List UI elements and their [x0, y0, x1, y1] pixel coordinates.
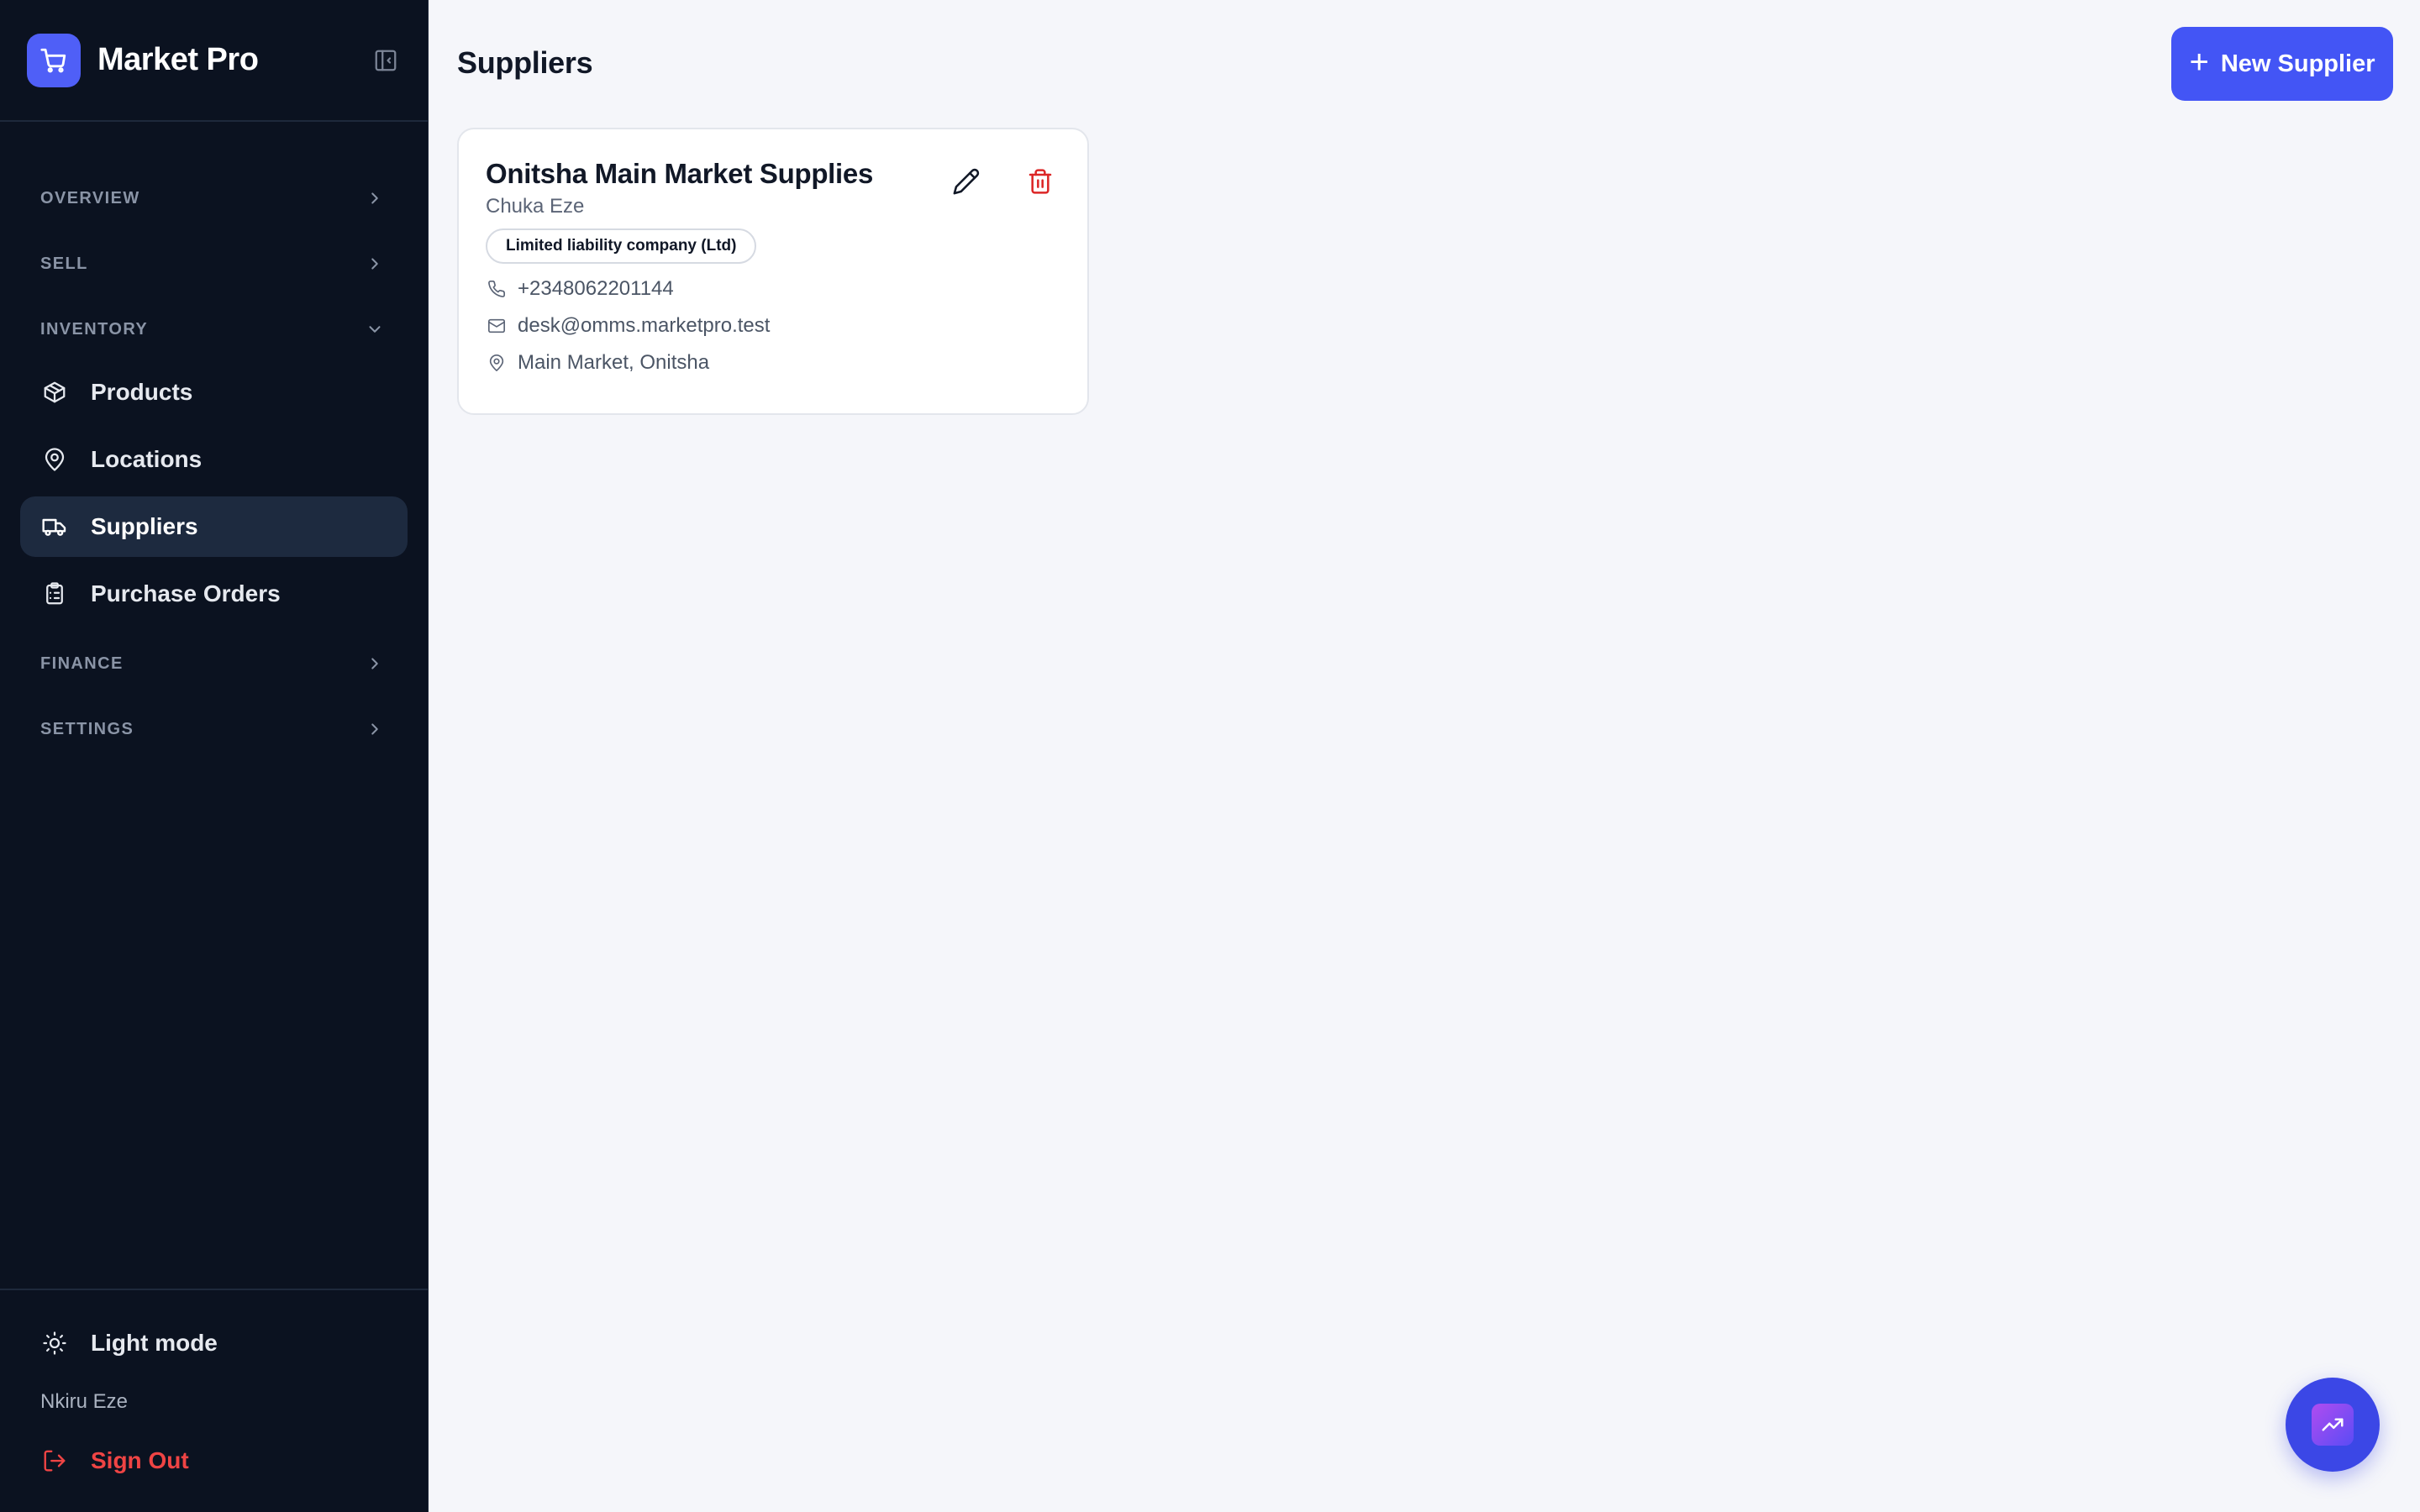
section-label: SETTINGS	[40, 719, 134, 738]
page-title: Suppliers	[457, 45, 593, 80]
sidebar-item-label: Locations	[91, 446, 203, 472]
section-sell[interactable]: SELL	[0, 231, 428, 297]
phone-value: +2348062201144	[518, 277, 674, 300]
new-supplier-label: New Supplier	[2220, 50, 2375, 77]
section-finance[interactable]: FINANCE	[0, 631, 428, 696]
supplier-phone: +2348062201144	[486, 277, 1060, 301]
sidebar-footer: Light mode Nkiru Eze Sign Out	[0, 1289, 428, 1512]
map-pin-icon	[486, 352, 508, 374]
brand-header: Market Pro	[0, 0, 428, 122]
sidebar-item-suppliers[interactable]: Suppliers	[20, 496, 408, 557]
truck-icon	[40, 512, 69, 541]
sign-out-label: Sign Out	[91, 1447, 189, 1473]
chevron-right-icon	[371, 723, 378, 735]
map-pin-icon	[40, 445, 69, 474]
trend-icon	[2312, 1404, 2354, 1446]
card-actions	[950, 165, 1057, 198]
app-root: Market Pro OVERVIEW SELL INVENTORY Produ…	[0, 0, 2420, 1512]
main-content: Suppliers + New Supplier Onitsha Main Ma…	[429, 0, 2420, 1512]
sidebar-item-label: Purchase Orders	[91, 580, 281, 606]
supplier-email: desk@omms.marketpro.test	[486, 314, 1060, 338]
delete-trash-icon[interactable]	[1023, 165, 1057, 198]
section-settings[interactable]: SETTINGS	[0, 696, 428, 762]
user-name: Nkiru Eze	[40, 1390, 129, 1413]
chevron-right-icon	[371, 658, 378, 669]
theme-toggle-label: Light mode	[91, 1330, 218, 1356]
sidebar-item-label: Suppliers	[91, 513, 198, 539]
clipboard-list-icon	[40, 580, 69, 608]
sidebar-item-purchase-orders[interactable]: Purchase Orders	[20, 564, 408, 624]
log-out-icon	[40, 1446, 69, 1475]
plus-icon: +	[2189, 44, 2209, 81]
sun-icon	[40, 1329, 69, 1357]
email-value: desk@omms.marketpro.test	[518, 314, 771, 337]
theme-toggle[interactable]: Light mode	[0, 1315, 428, 1371]
chevron-right-icon	[371, 258, 378, 270]
app-name: Market Pro	[97, 42, 259, 77]
supplier-type-badge: Limited liability company (Ltd)	[486, 228, 757, 264]
new-supplier-button[interactable]: + New Supplier	[2171, 27, 2393, 101]
mail-icon	[486, 315, 508, 337]
sidebar-item-locations[interactable]: Locations	[20, 429, 408, 490]
chevron-right-icon	[371, 192, 378, 204]
sidebar-item-products[interactable]: Products	[20, 362, 408, 423]
sidebar-nav: OVERVIEW SELL INVENTORY Products Locatio…	[0, 122, 428, 1289]
cart-icon	[27, 33, 81, 87]
chevron-down-icon	[369, 326, 381, 333]
sidebar: Market Pro OVERVIEW SELL INVENTORY Produ…	[0, 0, 429, 1512]
section-label: OVERVIEW	[40, 188, 140, 207]
edit-pencil-icon[interactable]	[950, 165, 983, 198]
section-label: FINANCE	[40, 654, 124, 673]
sidebar-item-label: Products	[91, 379, 193, 405]
section-inventory[interactable]: INVENTORY	[0, 297, 428, 362]
package-icon	[40, 378, 69, 407]
analytics-fab-button[interactable]	[2286, 1378, 2380, 1472]
supplier-card: Onitsha Main Market Supplies Chuka Eze L…	[457, 128, 1089, 415]
section-label: SELL	[40, 254, 88, 273]
section-overview[interactable]: OVERVIEW	[0, 165, 428, 231]
supplier-address: Main Market, Onitsha	[486, 351, 1060, 375]
phone-icon	[486, 278, 508, 300]
sidebar-collapse-icon[interactable]	[371, 45, 401, 76]
sign-out-button[interactable]: Sign Out	[0, 1433, 428, 1488]
address-value: Main Market, Onitsha	[518, 351, 710, 374]
section-label: INVENTORY	[40, 319, 149, 339]
supplier-contact: Chuka Eze	[486, 195, 585, 218]
